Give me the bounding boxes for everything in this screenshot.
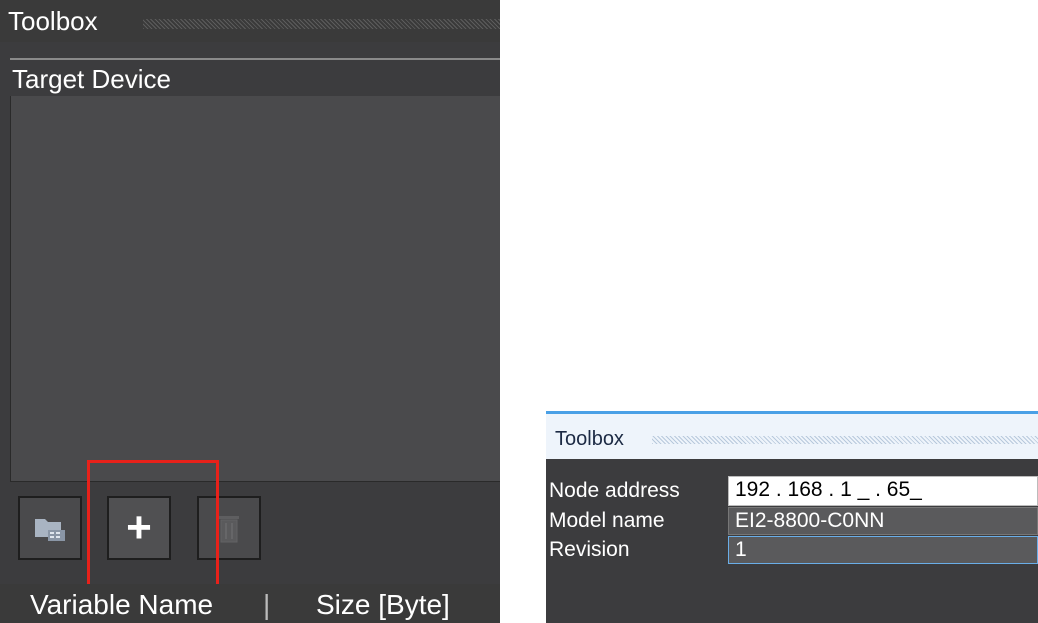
column-variable-name[interactable]: Variable Name [30, 588, 213, 622]
highlight-annotation-box [87, 460, 219, 595]
header-hatch-pattern [143, 19, 500, 29]
target-device-list[interactable] [10, 96, 500, 482]
column-separator[interactable]: | [263, 588, 270, 622]
add-folder-button[interactable] [18, 496, 82, 560]
toolbox-header: Toolbox [0, 0, 500, 42]
revision-field[interactable]: 1 [728, 536, 1038, 564]
column-size[interactable]: Size [Byte] [316, 588, 450, 622]
header-hatch-pattern [652, 436, 1038, 444]
model-name-field: EI2-8800-C0NN [728, 507, 1038, 535]
toolbox-title: Toolbox [555, 428, 624, 450]
revision-label: Revision [549, 538, 630, 561]
divider [10, 58, 500, 60]
toolbox-header: Toolbox [546, 411, 1038, 459]
model-name-label: Model name [549, 509, 665, 532]
right-toolbox-panel: Toolbox Node address 192 . 168 . 1 _ . 6… [546, 411, 1038, 623]
target-device-title: Target Device [12, 64, 171, 94]
node-address-label: Node address [549, 479, 680, 502]
trash-icon [219, 516, 239, 543]
toolbox-title: Toolbox [8, 6, 98, 36]
folder-icon [35, 519, 65, 541]
left-toolbox-panel: Toolbox Target Device + Variable Name | … [0, 0, 500, 623]
node-address-input[interactable]: 192 . 168 . 1 _ . 65_ [728, 476, 1038, 506]
